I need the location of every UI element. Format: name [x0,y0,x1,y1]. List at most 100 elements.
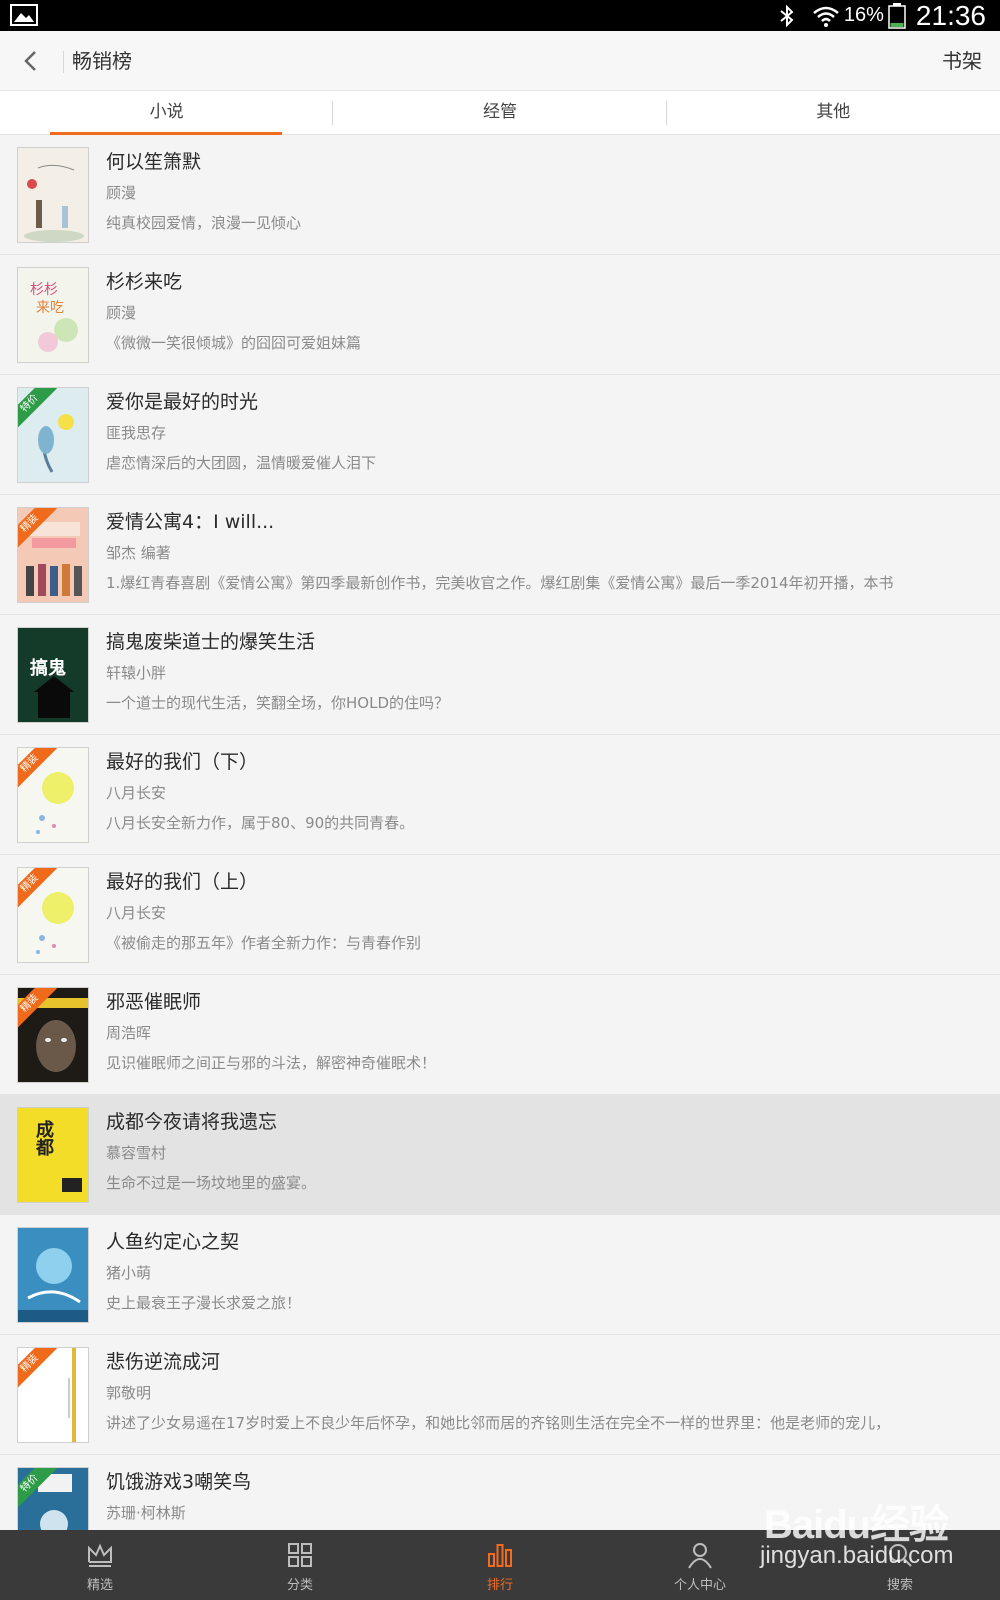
book-cover: 特价 [17,1467,89,1530]
bottom-navigation: 精选 分类 排行 个人中心 搜索 [0,1530,1000,1600]
status-right: 16% 21:36 [776,0,986,31]
cover-art [24,164,84,242]
cover-art [34,676,74,718]
book-title: 何以笙箫默 [106,151,202,173]
book-list-item[interactable]: 何以笙箫默 顾漫 纯真校园爱情，浪漫一见倾心 [0,135,1000,255]
bookshelf-button[interactable]: 书架 [942,45,982,74]
book-author: 轩辕小胖 [106,664,167,682]
book-description: 虐恋情深后的大团圆，温情暖爱催人泪下 [106,454,377,472]
nav-label: 排行 [486,1578,513,1593]
bluetooth-icon [780,4,794,27]
book-list-item[interactable]: 精装 悲伤逆流成河 郭敬明 讲述了少女易遥在17岁时爱上不良少年后怀孕，和她比邻… [0,1335,1000,1455]
book-cover: 精装 [17,867,89,963]
book-cover: 杉杉 来吃 [17,267,89,363]
book-list-item[interactable]: 人鱼约定心之契 猪小萌 史上最衰王子漫长求爱之旅！ [0,1215,1000,1335]
book-list-item[interactable]: 精装 最好的我们（下） 八月长安 八月长安全新力作，属于80、90的共同青春。 [0,735,1000,855]
svg-text:来吃: 来吃 [36,300,64,316]
tab-label: 其他 [816,102,851,122]
header-divider [63,51,64,73]
cover-art [62,1178,82,1192]
tab-other[interactable]: 其他 [667,91,1000,134]
search-icon [889,1544,912,1567]
bar-chart-icon [488,1544,512,1567]
book-author: 周浩晖 [106,1024,152,1042]
crown-icon [88,1543,112,1567]
book-list-item-selected[interactable]: 成都 成都今夜请将我遗忘 慕容雪村 生命不过是一场坟地里的盛宴。 [0,1095,1000,1215]
book-author: 慕容雪村 [106,1144,167,1162]
page-title: 畅销榜 [72,49,132,73]
book-cover: 精装 [17,1347,89,1443]
tab-label: 经管 [482,102,517,122]
tab-fiction[interactable]: 小说 [0,91,334,135]
book-author: 郭敬明 [106,1384,152,1402]
nav-ranking[interactable]: 排行 [400,1530,600,1600]
tab-label: 小说 [149,102,184,122]
nav-profile[interactable]: 个人中心 [600,1530,800,1600]
cover-art: 杉杉 来吃 [30,282,78,352]
book-description: 八月长安全新力作，属于80、90的共同青春。 [106,814,415,832]
book-cover: 特价 [17,387,89,483]
book-author: 八月长安 [106,904,167,922]
book-description: 史上最衰王子漫长求爱之旅！ [106,1294,302,1312]
clock: 21:36 [915,0,986,31]
book-cover: 精装 [17,507,89,603]
book-author: 邹杰 编著 [106,544,171,562]
book-list-item[interactable]: 精装 爱情公寓4：I will... 邹杰 编著 1.爆红青春喜剧《爱情公寓》第… [0,495,1000,615]
nav-featured[interactable]: 精选 [0,1530,200,1600]
book-cover: 精装 [17,747,89,843]
user-icon [688,1543,712,1569]
book-title: 杉杉来吃 [106,271,183,293]
book-description: 纯真校园爱情，浪漫一见倾心 [106,214,302,232]
book-list-item[interactable]: 特价 爱你是最好的时光 匪我思存 虐恋情深后的大团圆，温情暖爱催人泪下 [0,375,1000,495]
book-cover [17,1227,89,1323]
back-arrow-icon[interactable] [20,46,40,76]
app-root: 16% 21:36 畅销榜 书架 小说 经管 其他 何以笙箫默 顾漫 纯真校园爱… [0,0,1000,1600]
battery-percent: 16% [843,4,884,26]
book-title: 邪恶催眠师 [106,991,202,1013]
book-description: 一个道士的现代生活，笑翻全场，你HOLD的住吗？ [106,694,449,712]
book-title: 最好的我们（下） [106,751,259,773]
nav-label: 精选 [86,1578,113,1593]
book-list-item[interactable]: 精装 最好的我们（上） 八月长安 《被偷走的那五年》作者全新力作：与青春作别 [0,855,1000,975]
svg-text:杉杉: 杉杉 [30,282,58,298]
book-author: 苏珊·柯林斯 [106,1504,186,1522]
nav-label: 分类 [286,1578,313,1593]
book-title: 悲伤逆流成河 [106,1351,221,1373]
book-cover: 搞鬼 [17,627,89,723]
grid-icon [288,1543,312,1567]
book-author: 顾漫 [106,304,137,322]
book-author: 八月长安 [106,784,167,802]
tab-business[interactable]: 经管 [333,91,667,134]
book-title: 饥饿游戏3嘲笑鸟 [106,1471,252,1493]
nav-label: 搜索 [886,1578,913,1593]
gallery-notification-icon [10,4,38,26]
book-author: 匪我思存 [106,424,167,442]
status-bar: 16% 21:36 [0,0,1000,31]
book-title: 人鱼约定心之契 [106,1231,240,1253]
book-description: 见识催眠师之间正与邪的斗法，解密神奇催眠术！ [106,1054,437,1072]
wifi-icon [813,6,839,27]
nav-search[interactable]: 搜索 [800,1530,1000,1600]
book-list-item[interactable]: 特价 饥饿游戏3嘲笑鸟 苏珊·柯林斯 [0,1455,1000,1530]
book-description: 《微微一笑很倾城》的囧囧可爱姐妹篇 [106,334,362,352]
book-title: 成都今夜请将我遗忘 [106,1111,278,1133]
book-list-item[interactable]: 搞鬼 搞鬼废柴道士的爆笑生活 轩辕小胖 一个道士的现代生活，笑翻全场，你HOLD… [0,615,1000,735]
book-author: 猪小萌 [106,1264,152,1282]
nav-label: 个人中心 [673,1578,726,1593]
book-description: 1.爆红青春喜剧《爱情公寓》第四季最新创作书，完美收官之作。爆红剧集《爱情公寓》… [106,574,894,592]
book-cover: 精装 [17,987,89,1083]
book-description: 《被偷走的那五年》作者全新力作：与青春作别 [106,934,422,952]
battery-icon [888,2,906,29]
book-description: 讲述了少女易遥在17岁时爱上不良少年后怀孕，和她比邻而居的齐铭则生活在完全不一样… [106,1414,891,1432]
book-list-item[interactable]: 精装 邪恶催眠师 周浩晖 见识催眠师之间正与邪的斗法，解密神奇催眠术！ [0,975,1000,1095]
category-tabs: 小说 经管 其他 [0,91,1000,135]
book-title: 最好的我们（上） [106,871,259,893]
book-cover: 成都 [17,1107,89,1203]
bestseller-list: 何以笙箫默 顾漫 纯真校园爱情，浪漫一见倾心 杉杉 来吃 杉杉来吃 顾漫 《微微… [0,135,1000,1530]
book-title: 爱情公寓4：I will... [106,511,275,533]
book-list-item[interactable]: 杉杉 来吃 杉杉来吃 顾漫 《微微一笑很倾城》的囧囧可爱姐妹篇 [0,255,1000,375]
book-description: 生命不过是一场坟地里的盛宴。 [106,1174,317,1192]
cover-art [18,1248,88,1322]
book-title: 爱你是最好的时光 [106,391,259,413]
nav-category[interactable]: 分类 [200,1530,400,1600]
